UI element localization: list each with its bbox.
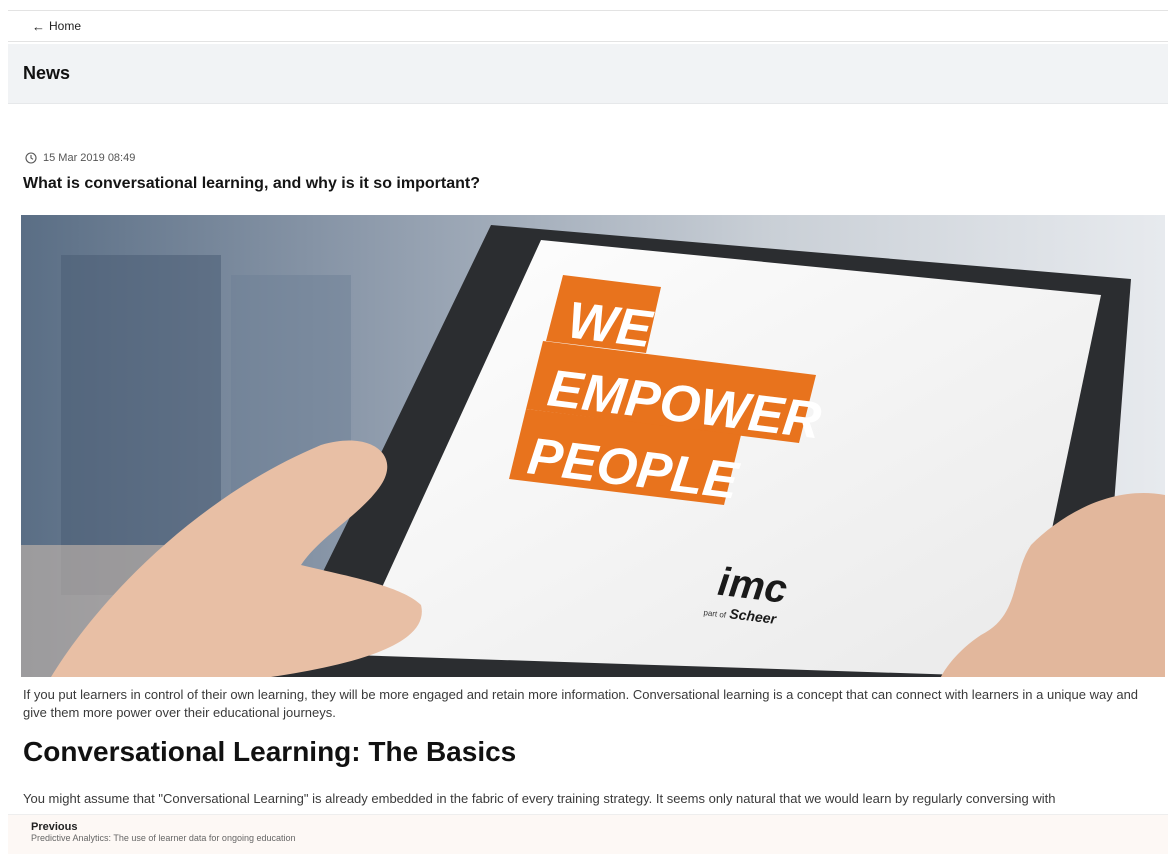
slogan-line-1: WE [565, 291, 657, 359]
clock-icon [25, 152, 37, 164]
article-title: What is conversational learning, and why… [23, 175, 480, 192]
article-date: 15 Mar 2019 08:49 [43, 152, 136, 164]
previous-article-link[interactable]: Previous Predictive Analytics: The use o… [8, 814, 1168, 854]
previous-article-title: Predictive Analytics: The use of learner… [31, 833, 296, 843]
previous-label: Previous [31, 821, 78, 833]
page-title: News [23, 63, 71, 83]
arrow-left-icon: ← [32, 18, 45, 34]
section-heading: Conversational Learning: The Basics [23, 736, 517, 767]
page-header: News [8, 44, 1168, 104]
article-meta: 15 Mar 2019 08:49 [25, 152, 135, 164]
article-body-text: You might assume that "Conversational Le… [23, 791, 1056, 806]
back-home-link[interactable]: ← Home [32, 19, 81, 34]
article-hero-image: WE EMPOWER PEOPLE imc part of Scheer [21, 215, 1165, 677]
top-nav-bar: ← Home [8, 10, 1168, 42]
article-intro: If you put learners in control of their … [23, 687, 1139, 720]
imc-logo-text: imc [716, 560, 790, 612]
back-link-label: Home [49, 19, 82, 33]
